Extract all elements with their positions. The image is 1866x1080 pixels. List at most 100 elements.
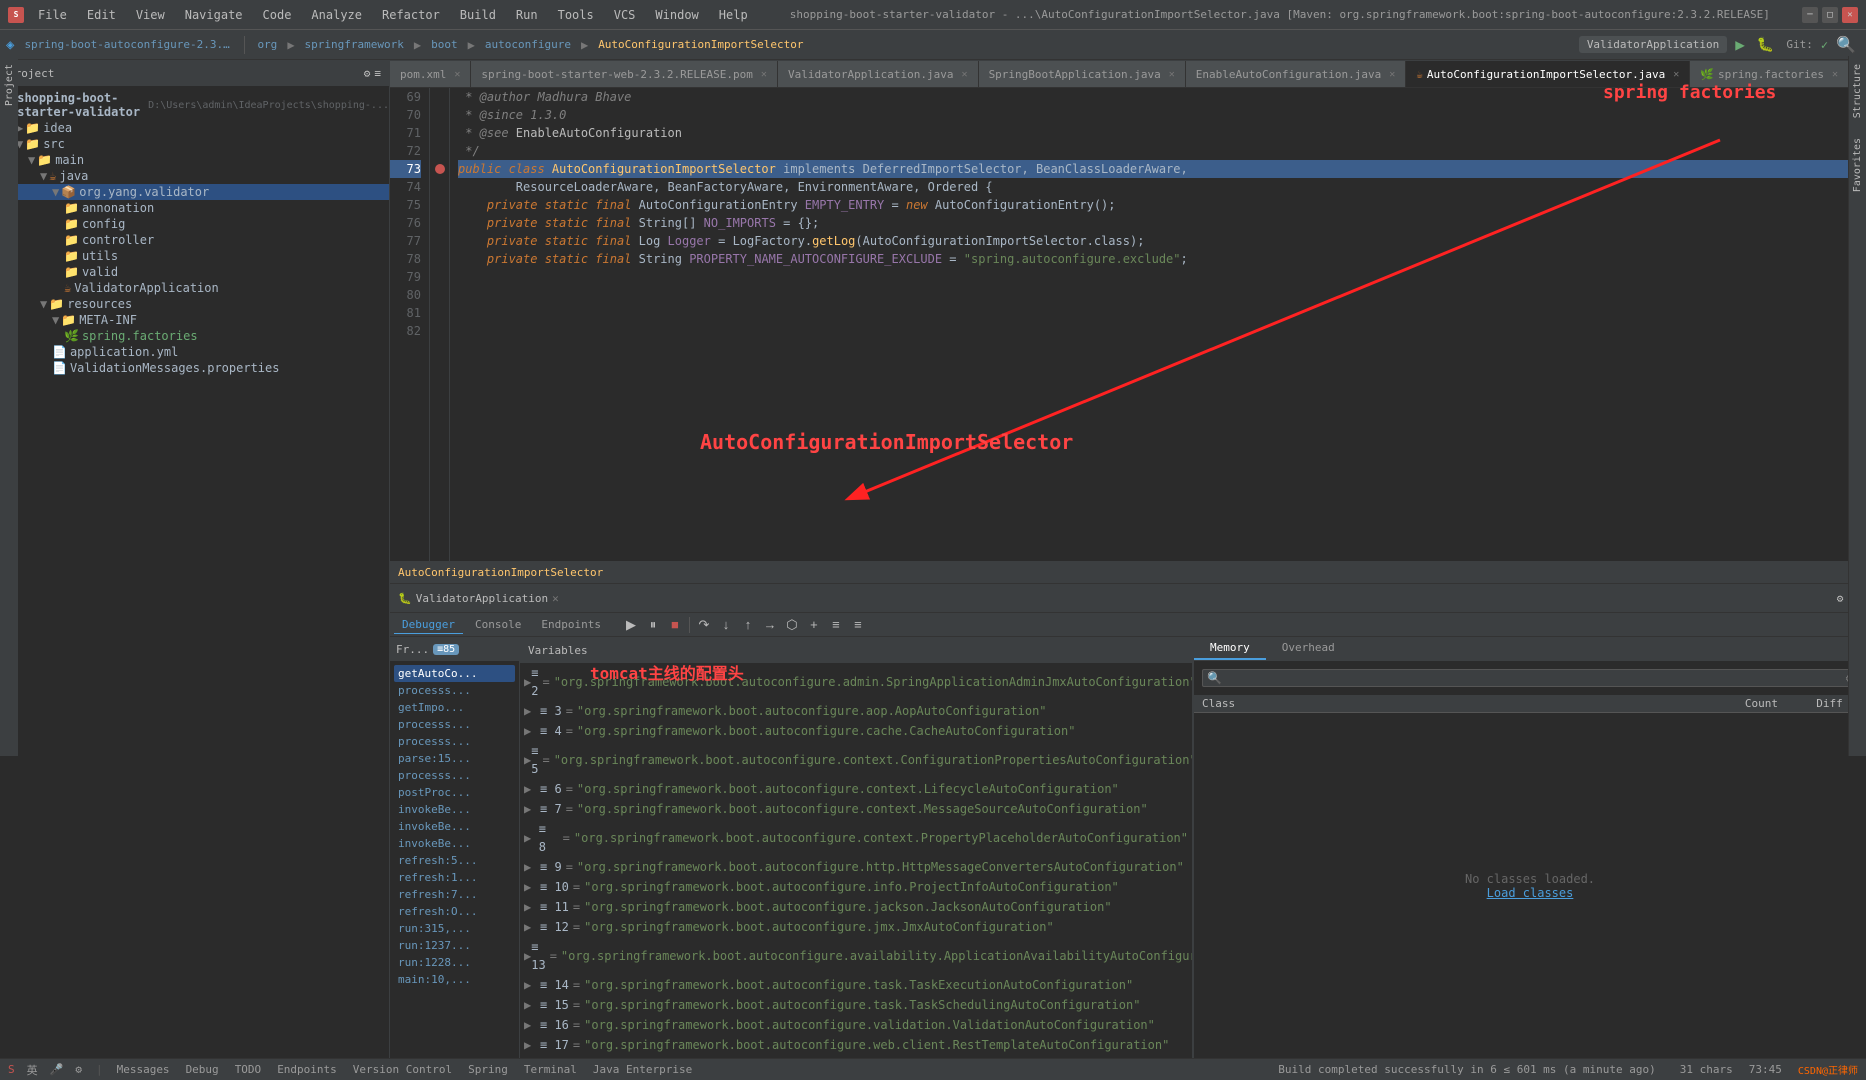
stack-item-15[interactable]: run:315,... bbox=[394, 920, 515, 937]
tree-validation-messages[interactable]: 📄 ValidationMessages.properties bbox=[0, 360, 389, 376]
var-item-10[interactable]: ▶ ≡ 10 = "org.springframework.boot.autoc… bbox=[520, 877, 1192, 897]
stack-item-16[interactable]: run:1237... bbox=[394, 937, 515, 954]
tree-resources[interactable]: ▼ 📁 resources bbox=[0, 296, 389, 312]
stack-item-5[interactable]: parse:15... bbox=[394, 750, 515, 767]
settings-debug-icon[interactable]: ⚙ bbox=[1837, 592, 1844, 605]
project-tool-icon[interactable]: Project bbox=[4, 64, 15, 106]
pause-button[interactable]: ⏸ bbox=[643, 615, 663, 635]
tab-spring-factories-close[interactable]: ✕ bbox=[1832, 69, 1838, 80]
endpoints-label[interactable]: Endpoints bbox=[277, 1063, 337, 1076]
tree-controller[interactable]: 📁 controller bbox=[0, 232, 389, 248]
var-item-13[interactable]: ▶ ≡ 13 = "org.springframework.boot.autoc… bbox=[520, 937, 1192, 975]
settings-watch-button[interactable]: ≡ bbox=[848, 615, 868, 635]
stack-item-13[interactable]: refresh:7... bbox=[394, 886, 515, 903]
tab-pom-close[interactable]: ✕ bbox=[454, 69, 460, 80]
stack-item-getauto[interactable]: getAutoCo... bbox=[394, 665, 515, 682]
tree-validatorapp[interactable]: ☕ ValidatorApplication bbox=[0, 280, 389, 296]
stack-item-1[interactable]: processs... bbox=[394, 682, 515, 699]
nav-org[interactable]: org bbox=[251, 36, 283, 53]
toolbar-search[interactable]: 🔍 bbox=[1832, 35, 1860, 54]
var-item-4[interactable]: ▶ ≡ 4 = "org.springframework.boot.autoco… bbox=[520, 721, 1192, 741]
tree-annonation[interactable]: 📁 annonation bbox=[0, 200, 389, 216]
menu-navigate[interactable]: Navigate bbox=[175, 4, 253, 26]
todo-label[interactable]: TODO bbox=[235, 1063, 262, 1076]
var-item-3[interactable]: ▶ ≡ 3 = "org.springframework.boot.autoco… bbox=[520, 701, 1192, 721]
var-item-11[interactable]: ▶ ≡ 11 = "org.springframework.boot.autoc… bbox=[520, 897, 1192, 917]
var-item-17[interactable]: ▶ ≡ 17 = "org.springframework.boot.autoc… bbox=[520, 1035, 1192, 1055]
stack-item-9[interactable]: invokeBe... bbox=[394, 818, 515, 835]
menu-refactor[interactable]: Refactor bbox=[372, 4, 450, 26]
step-into-button[interactable]: ↓ bbox=[716, 615, 736, 635]
run-button[interactable]: ▶ bbox=[1731, 35, 1749, 54]
var-item-6[interactable]: ▶ ≡ 6 = "org.springframework.boot.autoco… bbox=[520, 779, 1192, 799]
tree-root[interactable]: ▼ shopping-boot-starter-validator D:\Use… bbox=[0, 90, 389, 120]
debug-session-close[interactable]: ✕ bbox=[552, 592, 559, 605]
var-item-16[interactable]: ▶ ≡ 16 = "org.springframework.boot.autoc… bbox=[520, 1015, 1192, 1035]
tree-idea[interactable]: ▶ 📁 idea bbox=[0, 120, 389, 136]
stop-button[interactable]: ■ bbox=[665, 615, 685, 635]
overhead-tab[interactable]: Overhead bbox=[1266, 637, 1351, 660]
settings-icon[interactable]: ⚙ bbox=[364, 67, 371, 80]
structure-tool[interactable]: Structure bbox=[1852, 64, 1863, 118]
subtab-console[interactable]: Console bbox=[467, 616, 529, 633]
tab-autoconfigimport[interactable]: ☕ AutoConfigurationImportSelector.java ✕ bbox=[1406, 61, 1690, 87]
stack-item-3[interactable]: processs... bbox=[394, 716, 515, 733]
tree-application-yml[interactable]: 📄 application.yml bbox=[0, 344, 389, 360]
var-item-5[interactable]: ▶ ≡ 5 = "org.springframework.boot.autoco… bbox=[520, 741, 1192, 779]
tab-enableauto-close[interactable]: ✕ bbox=[1389, 69, 1395, 80]
run-to-cursor-button[interactable]: → bbox=[760, 615, 780, 635]
tab-springbootapp[interactable]: SpringBootApplication.java ✕ bbox=[979, 61, 1186, 87]
var-item-7[interactable]: ▶ ≡ 7 = "org.springframework.boot.autoco… bbox=[520, 799, 1192, 819]
nav-class[interactable]: AutoConfigurationImportSelector bbox=[592, 36, 809, 53]
var-item-12[interactable]: ▶ ≡ 12 = "org.springframework.boot.autoc… bbox=[520, 917, 1192, 937]
tree-valid[interactable]: 📁 valid bbox=[0, 264, 389, 280]
messages-label[interactable]: Messages bbox=[117, 1063, 170, 1076]
tab-enableauto[interactable]: EnableAutoConfiguration.java ✕ bbox=[1186, 61, 1406, 87]
tree-src[interactable]: ▼ 📁 src bbox=[0, 136, 389, 152]
add-watch-button[interactable]: + bbox=[804, 615, 824, 635]
gear-icon[interactable]: ≡ bbox=[374, 67, 381, 80]
resume-button[interactable]: ▶ bbox=[621, 615, 641, 635]
lang-indicator[interactable]: 英 bbox=[27, 1062, 38, 1078]
stack-item-11[interactable]: refresh:5... bbox=[394, 852, 515, 869]
minimize-button[interactable]: ─ bbox=[1802, 7, 1818, 23]
tree-config[interactable]: 📁 config bbox=[0, 216, 389, 232]
menu-code[interactable]: Code bbox=[253, 4, 302, 26]
stack-item-6[interactable]: processs... bbox=[394, 767, 515, 784]
subtab-debugger[interactable]: Debugger bbox=[394, 616, 463, 634]
tab-pom[interactable]: pom.xml ✕ bbox=[390, 61, 471, 87]
java-enterprise-label[interactable]: Java Enterprise bbox=[593, 1063, 692, 1076]
breakpoint-icon[interactable] bbox=[430, 160, 449, 178]
menu-build[interactable]: Build bbox=[450, 4, 506, 26]
tree-utils[interactable]: 📁 utils bbox=[0, 248, 389, 264]
tree-package[interactable]: ▼ 📦 org.yang.validator bbox=[0, 184, 389, 200]
stack-item-14[interactable]: refresh:O... bbox=[394, 903, 515, 920]
nav-springframework[interactable]: springframework bbox=[299, 36, 410, 53]
tree-java[interactable]: ▼ ☕ java bbox=[0, 168, 389, 184]
tree-metainf[interactable]: ▼ 📁 META-INF bbox=[0, 312, 389, 328]
menu-file[interactable]: File bbox=[28, 4, 77, 26]
menu-window[interactable]: Window bbox=[645, 4, 708, 26]
step-out-button[interactable]: ↑ bbox=[738, 615, 758, 635]
spring-label[interactable]: Spring bbox=[468, 1063, 508, 1076]
evaluate-button[interactable]: ⬡ bbox=[782, 615, 802, 635]
stack-item-4[interactable]: processs... bbox=[394, 733, 515, 750]
var-item-8[interactable]: ▶ ≡ 8 = "org.springframework.boot.autoco… bbox=[520, 819, 1192, 857]
tab-spring-factories[interactable]: 🌿 spring.factories ✕ bbox=[1690, 61, 1849, 87]
tab-validator-app[interactable]: ValidatorApplication.java ✕ bbox=[778, 61, 979, 87]
step-over-button[interactable]: ↷ bbox=[694, 615, 714, 635]
tab-spring-pom-close[interactable]: ✕ bbox=[761, 69, 767, 80]
favorites-tool[interactable]: Favorites bbox=[1852, 138, 1863, 192]
version-control-label[interactable]: Version Control bbox=[353, 1063, 452, 1076]
dump-threads-button[interactable]: ≡ bbox=[826, 615, 846, 635]
terminal-label[interactable]: Terminal bbox=[524, 1063, 577, 1076]
run-config-selector[interactable]: ValidatorApplication bbox=[1579, 36, 1727, 53]
stack-item-17[interactable]: run:1228... bbox=[394, 954, 515, 971]
stack-item-2[interactable]: getImpo... bbox=[394, 699, 515, 716]
stack-item-12[interactable]: refresh:1... bbox=[394, 869, 515, 886]
tab-springbootapp-close[interactable]: ✕ bbox=[1169, 69, 1175, 80]
memory-tab[interactable]: Memory bbox=[1194, 637, 1266, 660]
tab-autoconfigimport-close[interactable]: ✕ bbox=[1673, 69, 1679, 80]
debug-status-label[interactable]: Debug bbox=[186, 1063, 219, 1076]
nav-autoconfigure[interactable]: autoconfigure bbox=[479, 36, 577, 53]
